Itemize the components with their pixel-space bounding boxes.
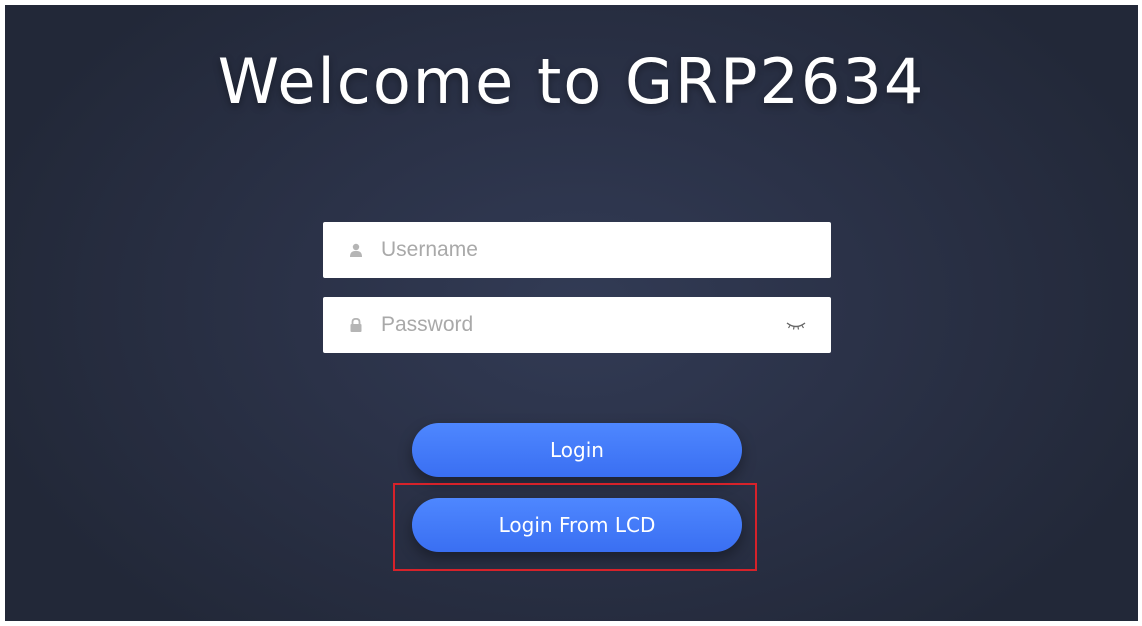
login-screen: Welcome to GRP2634 L [5,5,1138,621]
login-button[interactable]: Login [412,423,742,477]
password-input[interactable] [381,297,785,353]
lock-icon [349,317,363,332]
password-field[interactable] [323,297,831,353]
highlight-box [393,483,757,571]
user-icon [349,243,363,257]
eye-closed-icon[interactable] [785,318,807,332]
username-field[interactable] [323,222,831,278]
username-input[interactable] [381,222,831,278]
page-title: Welcome to GRP2634 [217,45,926,118]
